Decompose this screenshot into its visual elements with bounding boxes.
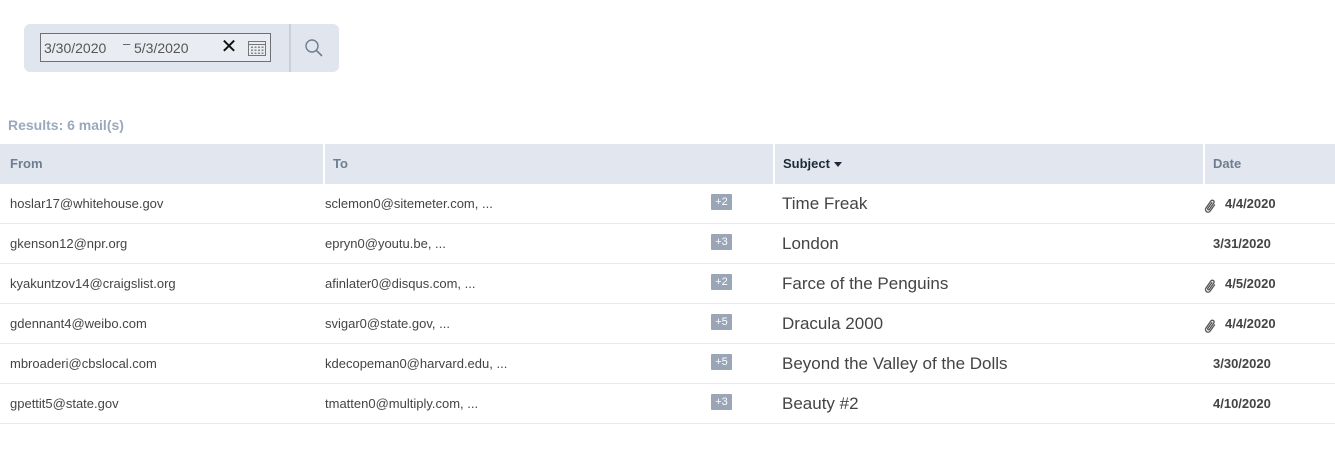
table-row[interactable]: mbroaderi@cbslocal.com kdecopeman0@harvar… <box>0 344 1335 384</box>
date-cell: 3/30/2020 <box>1213 356 1271 371</box>
date-range-input[interactable]: 3/30/2020 – 5/3/2020 ✕ <box>40 33 271 62</box>
table-row[interactable]: gkenson12@npr.org epryn0@youtu.be, ... +3 L… <box>0 224 1335 264</box>
from-cell: gdennant4@weibo.com <box>10 316 147 331</box>
from-cell: gkenson12@npr.org <box>10 236 128 251</box>
subject-cell: Dracula 2000 <box>782 314 884 333</box>
to-cell: kdecopeman0@harvard.edu, ... <box>325 356 508 371</box>
date-cell: 4/4/2020 <box>1225 196 1276 211</box>
date-cell: 3/31/2020 <box>1213 236 1271 251</box>
clear-icon[interactable]: ✕ <box>219 37 239 57</box>
recipients-more-badge[interactable]: +5 <box>711 314 732 330</box>
search-bar: 3/30/2020 – 5/3/2020 ✕ <box>24 24 339 72</box>
date-from[interactable]: 3/30/2020 <box>44 40 106 56</box>
to-cell: epryn0@youtu.be, ... <box>325 236 446 251</box>
recipients-more-badge[interactable]: +2 <box>711 274 732 290</box>
grid-body: hoslar17@whitehouse.gov sclemon0@sitemete… <box>0 184 1335 424</box>
column-header-label: Subject <box>783 156 830 171</box>
calendar-icon[interactable] <box>248 40 266 56</box>
subject-cell: London <box>782 234 839 253</box>
subject-cell: Farce of the Penguins <box>782 274 949 293</box>
column-header-date[interactable]: Date <box>1203 144 1335 184</box>
paperclip-icon <box>1204 319 1216 333</box>
date-cell: 4/4/2020 <box>1225 316 1276 331</box>
grid-header: From To Subject Date <box>0 144 1335 184</box>
subject-cell: Beyond the Valley of the Dolls <box>782 354 1008 373</box>
table-row[interactable]: gpettit5@state.gov tmatten0@multiply.com,… <box>0 384 1335 424</box>
to-cell: sclemon0@sitemeter.com, ... <box>325 196 493 211</box>
column-header-to[interactable]: To <box>323 144 773 184</box>
column-header-subject[interactable]: Subject <box>773 144 1203 184</box>
date-cell: 4/10/2020 <box>1213 396 1271 411</box>
paperclip-icon <box>1204 279 1216 293</box>
results-count: Results: 6 mail(s) <box>8 117 124 133</box>
to-cell: afinlater0@disqus.com, ... <box>325 276 476 291</box>
table-row[interactable]: kyakuntzov14@craigslist.org afinlater0@di… <box>0 264 1335 304</box>
paperclip-icon <box>1204 199 1216 213</box>
search-icon[interactable] <box>304 38 324 58</box>
to-cell: svigar0@state.gov, ... <box>325 316 450 331</box>
column-header-label: From <box>10 156 43 171</box>
from-cell: gpettit5@state.gov <box>10 396 119 411</box>
date-cell: 4/5/2020 <box>1225 276 1276 291</box>
column-header-from[interactable]: From <box>0 144 323 184</box>
subject-cell: Time Freak <box>782 194 868 213</box>
table-row[interactable]: hoslar17@whitehouse.gov sclemon0@sitemete… <box>0 184 1335 224</box>
recipients-more-badge[interactable]: +3 <box>711 394 732 410</box>
recipients-more-badge[interactable]: +3 <box>711 234 732 250</box>
mail-grid: From To Subject Date hoslar17@whitehouse… <box>0 144 1335 424</box>
from-cell: kyakuntzov14@craigslist.org <box>10 276 176 291</box>
toolbar-divider <box>289 24 291 72</box>
subject-cell: Beauty #2 <box>782 394 859 413</box>
column-header-label: Date <box>1213 156 1242 171</box>
to-cell: tmatten0@multiply.com, ... <box>325 396 479 411</box>
date-to[interactable]: 5/3/2020 <box>134 40 189 56</box>
recipients-more-badge[interactable]: +2 <box>711 194 732 210</box>
column-header-label: To <box>333 156 348 171</box>
date-separator: – <box>123 36 131 51</box>
from-cell: hoslar17@whitehouse.gov <box>10 196 164 211</box>
recipients-more-badge[interactable]: +5 <box>711 354 732 370</box>
table-row[interactable]: gdennant4@weibo.com svigar0@state.gov, ..… <box>0 304 1335 344</box>
sort-desc-icon <box>833 162 842 168</box>
from-cell: mbroaderi@cbslocal.com <box>10 356 157 371</box>
